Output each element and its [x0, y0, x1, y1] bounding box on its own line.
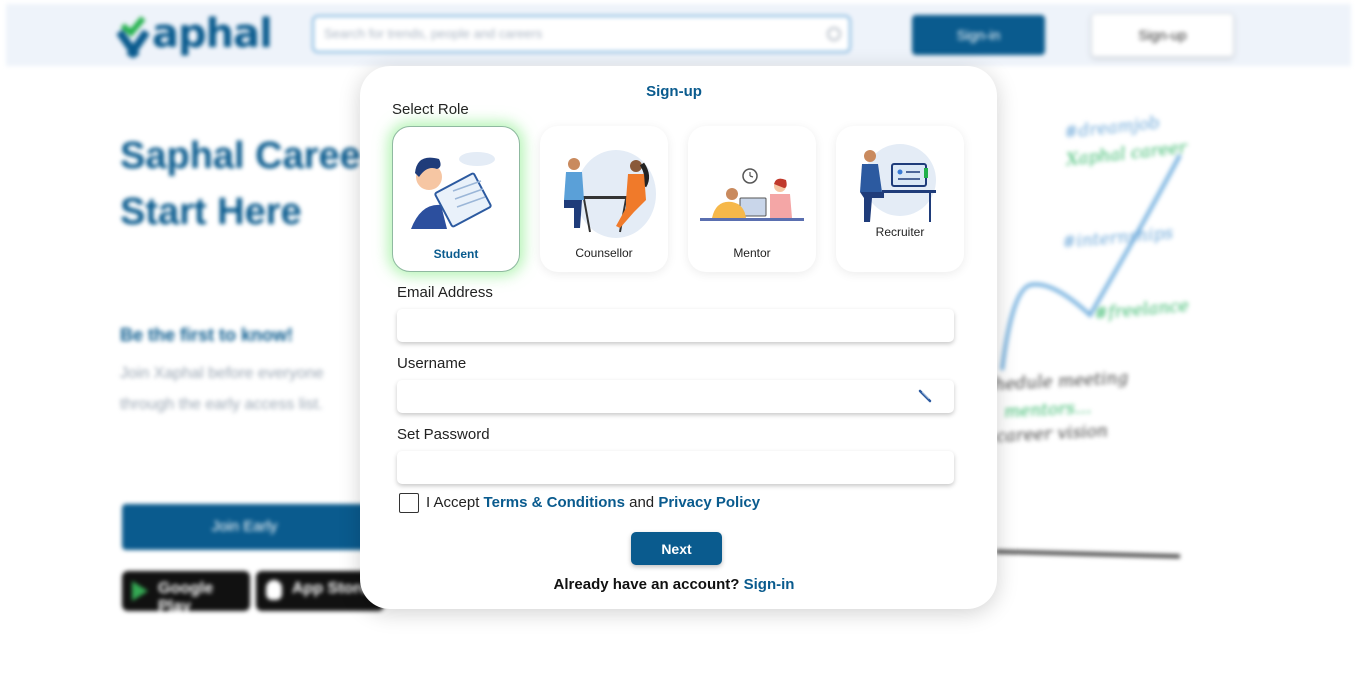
signup-modal: Sign-up Select Role Student Counsellor M…: [360, 66, 997, 609]
hero-line-2: Start Here: [120, 191, 302, 233]
hero-line-1: Saphal Caree: [120, 135, 361, 177]
note-mentors: mentors...: [1003, 397, 1092, 423]
already-account-text: Already have an account? Sign-in: [360, 576, 988, 593]
password-field[interactable]: [397, 451, 954, 484]
apple-icon: [266, 580, 282, 600]
search-input[interactable]: Search for trends, people and careers: [312, 15, 851, 53]
username-label: Username: [397, 355, 467, 372]
google-play-badge[interactable]: Google Play: [122, 571, 250, 615]
pencil-icon[interactable]: [918, 389, 932, 403]
hero-text-line-2: through the early access list.: [120, 396, 323, 413]
logo[interactable]: aphal: [116, 8, 273, 60]
modal-title: Sign-up: [646, 83, 702, 100]
role-card-recruiter[interactable]: Recruiter: [836, 126, 964, 272]
student-illustration: [411, 152, 495, 229]
note-career-vision: career vision: [995, 421, 1109, 447]
role-card-student[interactable]: Student: [392, 126, 520, 272]
terms-checkbox[interactable]: [399, 493, 419, 513]
google-play-icon: [132, 581, 148, 601]
join-early-button[interactable]: Join Early: [122, 504, 367, 550]
checkmark-logo-icon: [116, 11, 150, 59]
terms-conditions-link[interactable]: Terms & Conditions: [484, 494, 625, 511]
role-label-recruiter: Recruiter: [875, 225, 925, 239]
search-placeholder: Search for trends, people and careers: [324, 26, 543, 41]
header-signin-button[interactable]: Sign-in: [912, 15, 1045, 55]
email-field[interactable]: [397, 309, 954, 342]
role-label-counsellor: Counsellor: [575, 246, 633, 260]
modal-signin-link[interactable]: Sign-in: [744, 576, 795, 593]
google-play-label: Google Play: [158, 580, 214, 615]
counsellor-illustration: [564, 150, 656, 238]
illustration-baseline: [995, 549, 1181, 559]
header-signup-button[interactable]: Sign-up: [1091, 13, 1234, 57]
password-label: Set Password: [397, 426, 490, 443]
role-card-counsellor[interactable]: Counsellor: [540, 126, 668, 272]
username-field[interactable]: [397, 380, 954, 413]
role-label-student: Student: [433, 247, 479, 261]
role-label-mentor: Mentor: [733, 246, 771, 260]
hero-text-line-1: Join Xaphal before everyone: [120, 365, 324, 382]
logo-text: aphal: [152, 11, 273, 57]
already-account-label: Already have an account?: [553, 576, 744, 593]
hero-text: Join Xaphal before everyone through the …: [120, 358, 380, 420]
search-icon[interactable]: [827, 27, 841, 41]
terms-prefix: I Accept: [426, 494, 484, 511]
hero-heading: Saphal Caree Start Here: [120, 128, 361, 240]
email-label: Email Address: [397, 284, 493, 301]
terms-text: I Accept Terms & Conditions and Privacy …: [426, 494, 760, 511]
terms-and: and: [624, 494, 659, 511]
hero-subheading: Be the first to know!: [120, 325, 294, 345]
app-store-label: App Store: [292, 580, 369, 597]
next-button[interactable]: Next: [631, 532, 722, 565]
privacy-policy-link[interactable]: Privacy Policy: [658, 494, 760, 511]
select-role-label: Select Role: [392, 101, 469, 118]
role-card-mentor[interactable]: Mentor: [688, 126, 816, 272]
mentor-illustration: [700, 168, 804, 221]
